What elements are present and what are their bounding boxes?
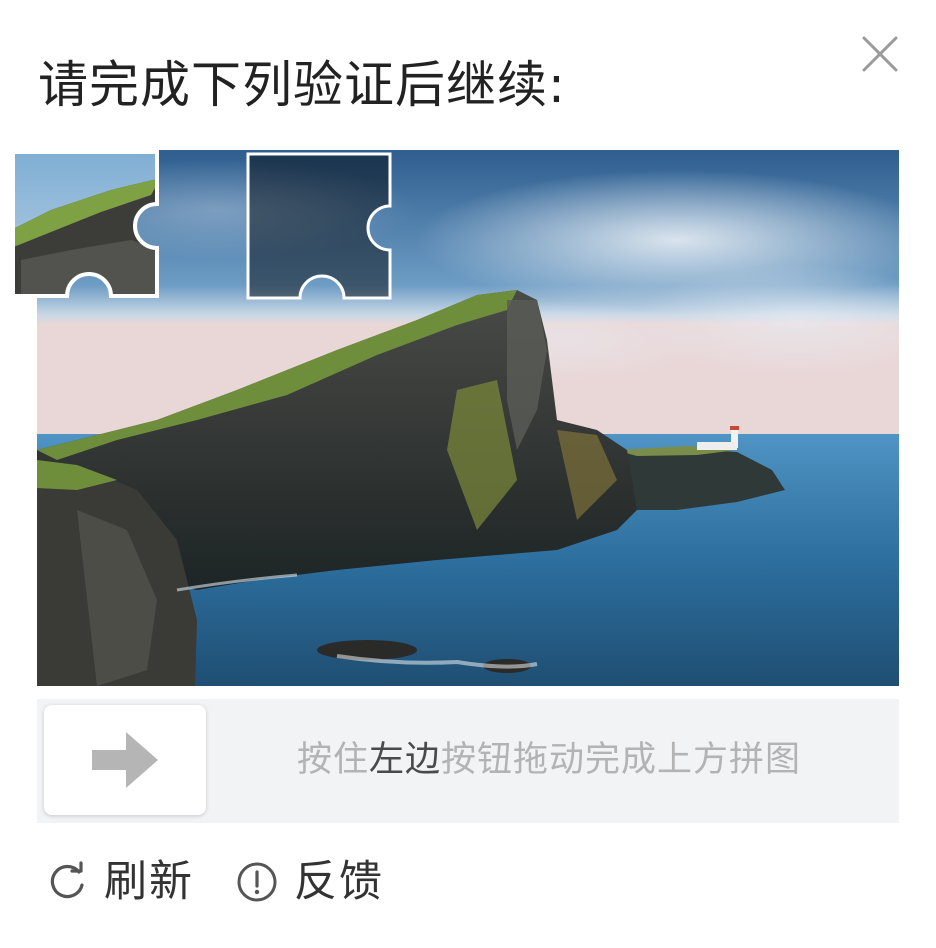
feedback-label: 反馈	[294, 857, 384, 907]
captcha-dialog: 请完成下列验证后继续: 按住左边按钮拖动完成上方拼图 刷新 反馈	[0, 0, 936, 948]
close-button[interactable]	[858, 32, 902, 76]
refresh-icon	[50, 861, 84, 899]
slider-track[interactable]: 按住左边按钮拖动完成上方拼图	[37, 699, 899, 823]
puzzle-piece-icon	[11, 150, 159, 298]
slider-handle[interactable]	[44, 705, 206, 815]
info-circle-icon	[237, 862, 277, 902]
puzzle-gap-icon	[246, 152, 392, 300]
slider-hint-suffix: 按钮拖动完成上方拼图	[441, 740, 802, 780]
slider-hint-prefix: 按住	[297, 740, 370, 780]
arrow-right-icon	[92, 732, 158, 788]
refresh-button[interactable]: 刷新	[46, 852, 194, 912]
puzzle-piece[interactable]	[11, 150, 171, 300]
close-icon	[862, 36, 898, 72]
dialog-title: 请完成下列验证后继续:	[38, 56, 566, 114]
feedback-button[interactable]: 反馈	[236, 852, 384, 912]
slider-hint: 按住左边按钮拖动完成上方拼图	[297, 735, 801, 785]
refresh-label: 刷新	[104, 857, 194, 907]
puzzle-gap	[246, 152, 406, 302]
slider-hint-emphasis: 左边	[369, 740, 442, 780]
